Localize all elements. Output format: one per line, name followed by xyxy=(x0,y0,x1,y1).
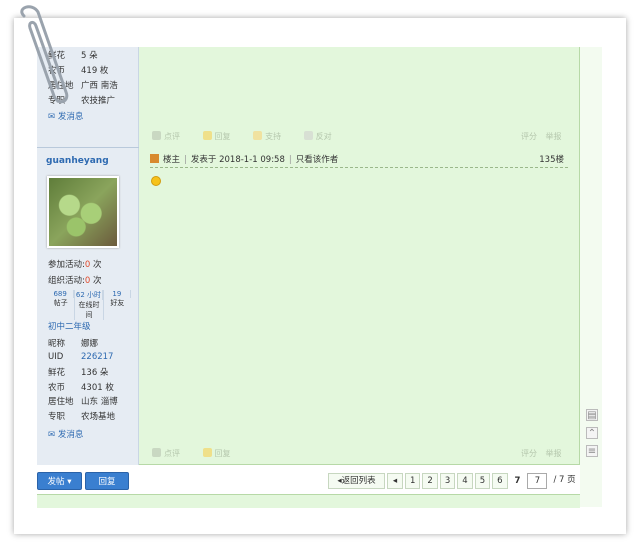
activity-organize: 组织活动:0 次 xyxy=(48,276,102,286)
page-link[interactable]: 6 xyxy=(492,473,508,489)
user-row-nickname: 昵称 娜娜 xyxy=(48,339,99,349)
user-row-job: 专职 农场基地 xyxy=(48,412,116,422)
post-content-area xyxy=(139,47,580,465)
page-link[interactable]: 5 xyxy=(474,473,491,489)
prev-post-score-report: 评分 举报 xyxy=(521,131,562,142)
page-total: / 7 页 xyxy=(553,475,576,485)
user-row-flowers: 鲜花 136 朵 xyxy=(48,368,109,378)
caret-down-icon: ▾ xyxy=(67,477,72,487)
page-input[interactable]: 7 xyxy=(527,473,548,489)
support-link[interactable]: 支持 xyxy=(253,131,291,141)
mail-icon: ✉ xyxy=(48,112,56,122)
prev-post-actions: 点评 回复 支持 反对 xyxy=(152,131,352,142)
score-link[interactable]: 评分 xyxy=(521,449,537,458)
comment-icon xyxy=(152,131,161,140)
rate-link[interactable]: 点评 xyxy=(152,448,190,458)
prev-page-icon[interactable]: ◂ xyxy=(387,473,403,489)
post-header: 楼主 | 发表于 2018-1-1 09:58 | 只看该作者 135楼 xyxy=(150,153,568,168)
post-time: 发表于 2018-1-1 09:58 xyxy=(190,155,285,165)
reply-button[interactable]: 回复 xyxy=(85,472,129,490)
stat-online[interactable]: 62 小时 在线时间 xyxy=(75,290,104,320)
back-to-list-link[interactable]: ◂返回列表 xyxy=(328,473,385,489)
back-to-top-icon[interactable]: ⌃ xyxy=(586,427,598,439)
floor-number[interactable]: 135楼 xyxy=(539,153,564,165)
paperclip-icon xyxy=(20,5,69,104)
list-icon[interactable]: ≡ xyxy=(586,445,598,457)
user-level[interactable]: 初中二年级 xyxy=(48,320,91,332)
report-link[interactable]: 举报 xyxy=(546,449,562,458)
pagination: ◂返回列表 ◂ 1 2 3 4 5 6 7 7 / 7 页 xyxy=(328,473,582,489)
author-icon xyxy=(150,154,159,163)
post-divider xyxy=(37,147,139,148)
post-actions: 点评 回复 xyxy=(152,448,251,459)
user-row-location: 居住地 山东 淄博 xyxy=(48,397,118,407)
page-link[interactable]: 1 xyxy=(405,473,421,489)
stat-friends[interactable]: 19 好友 xyxy=(104,290,131,320)
report-link[interactable]: 举报 xyxy=(546,132,562,141)
username-link[interactable]: guanheyang xyxy=(46,156,109,166)
page-link[interactable]: 4 xyxy=(457,473,473,489)
user-stats: 689 帖子 62 小时 在线时间 19 好友 xyxy=(47,290,131,320)
page-link[interactable]: 3 xyxy=(439,473,456,489)
reply-icon xyxy=(202,131,212,140)
page-link[interactable]: 2 xyxy=(422,473,438,489)
activity-join: 参加活动:0 次 xyxy=(48,260,102,270)
post-score-report: 评分 举报 xyxy=(521,448,562,459)
score-link[interactable]: 评分 xyxy=(521,132,537,141)
minus-icon xyxy=(303,131,313,140)
new-post-button[interactable]: 发帖 ▾ xyxy=(37,472,82,490)
rate-link[interactable]: 点评 xyxy=(152,131,190,141)
prev-send-message-link[interactable]: ✉ 发消息 xyxy=(48,110,83,122)
next-post-strip xyxy=(37,494,580,508)
only-author-link[interactable]: 只看该作者 xyxy=(296,155,339,165)
reply-icon xyxy=(202,448,212,457)
reply-link[interactable]: 回复 xyxy=(202,131,241,141)
current-page: 7 xyxy=(509,473,526,489)
mail-icon: ✉ xyxy=(48,430,56,440)
stat-posts[interactable]: 689 帖子 xyxy=(47,290,76,320)
avatar[interactable] xyxy=(47,176,119,248)
author-tag: 楼主 xyxy=(163,155,181,165)
oppose-link[interactable]: 反对 xyxy=(303,131,342,141)
comment-bubble-icon[interactable]: ▤ xyxy=(586,409,598,421)
user-row-coins: 农币 4301 枚 xyxy=(48,383,114,393)
send-message-link[interactable]: ✉ 发消息 xyxy=(48,428,83,440)
reply-link[interactable]: 回复 xyxy=(202,448,241,458)
plus-icon xyxy=(253,131,263,140)
comment-icon xyxy=(152,448,161,457)
user-row-uid: UID 226217 xyxy=(48,352,114,362)
smiley-emoji-icon xyxy=(151,176,161,186)
